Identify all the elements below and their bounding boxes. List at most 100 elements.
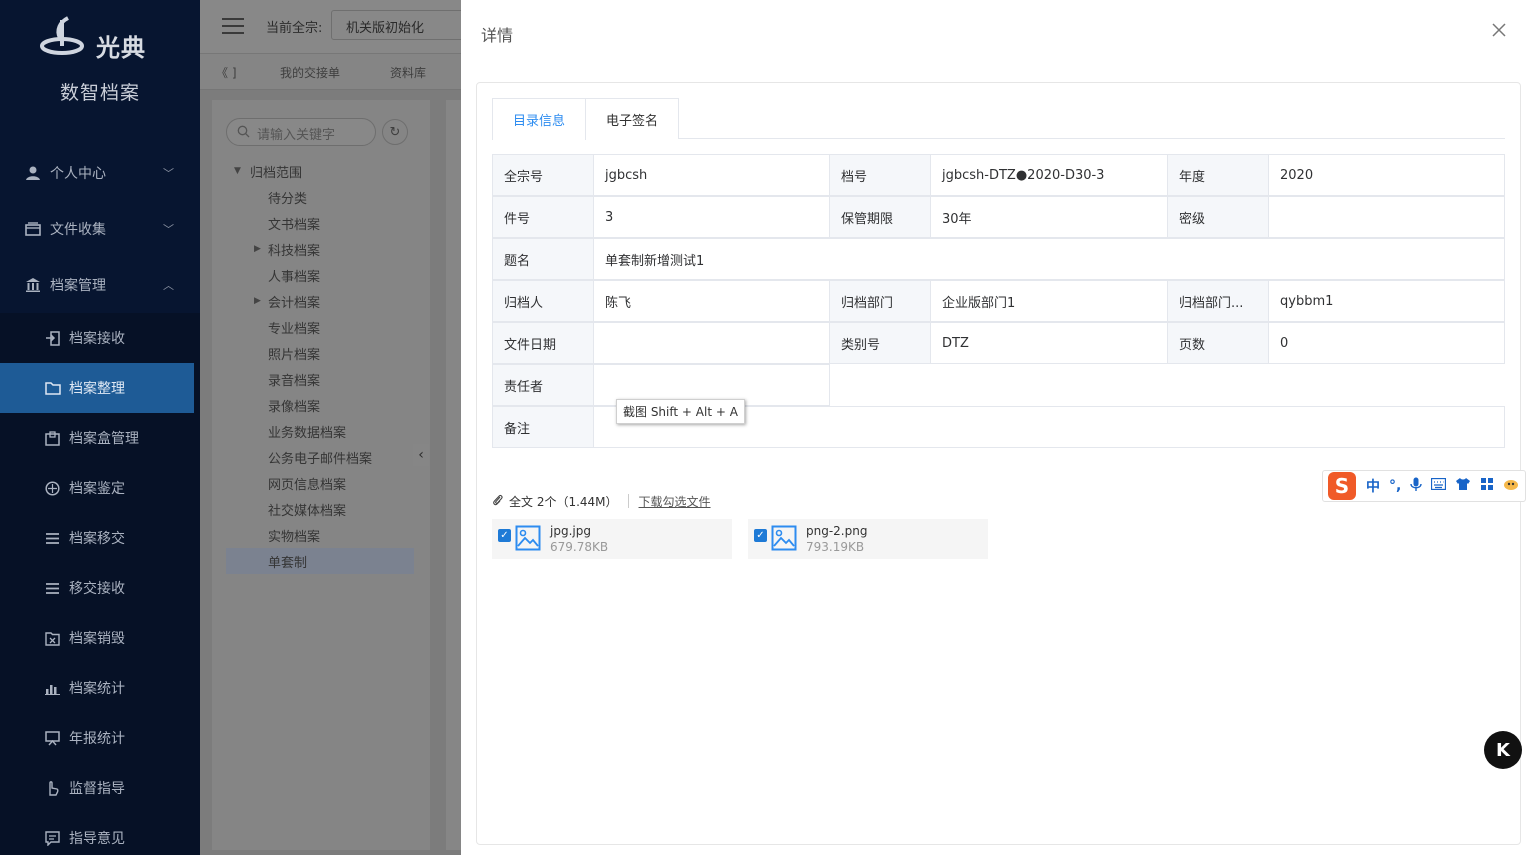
field-label: 密级 xyxy=(1167,196,1269,238)
tree-node[interactable]: 人事档案 xyxy=(212,262,430,288)
tree-node[interactable]: 照片档案 xyxy=(212,340,430,366)
menu-group-archive[interactable]: 档案管理 ︿ xyxy=(0,257,200,313)
field-label: 归档人 xyxy=(492,280,594,322)
menu-group-personal[interactable]: 个人中心 ﹀ xyxy=(0,145,200,201)
tree-node[interactable]: 待分类 xyxy=(212,184,430,210)
caret-right-icon: ▶ xyxy=(254,244,261,254)
tree-node-label: 人事档案 xyxy=(268,269,321,285)
sidebar-item-organize[interactable]: 档案整理 xyxy=(0,363,194,413)
field-value: 30年 xyxy=(930,196,1168,238)
list-icon xyxy=(44,580,61,597)
tab-my-handover[interactable]: 我的交接单 xyxy=(280,64,340,81)
detail-tabs: 目录信息 电子签名 xyxy=(492,98,1505,140)
sidebar-menu: 个人中心 ﹀ 文件收集 ﹀ 档案管理 ︿ 档案接收 档案整理 档案盒管理 档案鉴… xyxy=(0,145,200,855)
file-checkbox[interactable]: ✓ xyxy=(498,529,511,542)
destroy-icon xyxy=(44,630,61,647)
menu-group-collect[interactable]: 文件收集 ﹀ xyxy=(0,201,200,257)
grid-row: 题名 单套制新增测试1 xyxy=(492,238,1506,280)
grid-row: 文件日期 类别号 DTZ 页数 0 xyxy=(492,322,1506,364)
tree-node[interactable]: 网页信息档案 xyxy=(212,470,430,496)
tree-node-label: 待分类 xyxy=(268,191,308,207)
tab-catalog-info[interactable]: 目录信息 xyxy=(492,98,586,140)
tree-node[interactable]: 文书档案 xyxy=(212,210,430,236)
tree-node-label: 社交媒体档案 xyxy=(268,503,347,519)
bar-chart-icon xyxy=(44,680,61,697)
field-value: DTZ xyxy=(930,322,1168,364)
tree-node-label: 文书档案 xyxy=(268,217,321,233)
sidebar-item-transfer[interactable]: 档案移交 xyxy=(0,513,200,563)
tree-node[interactable]: 录音档案 xyxy=(212,366,430,392)
field-value: 企业版部门1 xyxy=(930,280,1168,322)
tree-node-label: 单套制 xyxy=(268,555,308,571)
archive-box-icon xyxy=(44,430,61,447)
divider xyxy=(627,494,629,508)
file-size: 793.19KB xyxy=(806,540,865,554)
tree-node-label: 会计档案 xyxy=(268,295,321,311)
tab-nav-prev[interactable]: 《 ] xyxy=(216,64,237,81)
field-label: 全宗号 xyxy=(492,154,594,196)
refresh-button[interactable]: ↻ xyxy=(382,119,408,145)
chevron-left-icon: ‹ xyxy=(418,447,424,463)
keyboard-icon[interactable] xyxy=(1431,477,1447,494)
collapse-tree-button[interactable]: ‹ xyxy=(413,444,429,466)
sidebar-item-statistics[interactable]: 档案统计 xyxy=(0,663,200,713)
tree-node[interactable]: ▶ 会计档案 xyxy=(212,288,430,314)
download-selected-link[interactable]: 下载勾选文件 xyxy=(639,493,711,510)
sidebar-item-transfer-receive[interactable]: 移交接收 xyxy=(0,563,200,613)
tree-node[interactable]: 业务数据档案 xyxy=(212,418,430,444)
quanzong-select[interactable]: 机关版初始化 xyxy=(331,10,471,40)
tree-node[interactable]: 专业档案 xyxy=(212,314,430,340)
tree-node[interactable]: 公务电子邮件档案 xyxy=(212,444,430,470)
app-name: 数智档案 xyxy=(59,82,140,104)
main-area: 当前全宗: 机关版初始化 《 ] 我的交接单 资料库 请输入关键字 ↻ ▼ 归档范… xyxy=(200,0,471,855)
paperclip-icon xyxy=(492,494,503,509)
sidebar-item-receive[interactable]: 档案接收 xyxy=(0,313,200,363)
tree-node[interactable]: ▶ 科技档案 xyxy=(212,236,430,262)
close-icon[interactable] xyxy=(1491,22,1509,40)
tree-node[interactable]: 社交媒体档案 xyxy=(212,496,430,522)
apps-grid-icon[interactable] xyxy=(1480,477,1494,495)
sidebar: 光典 数智档案 个人中心 ﹀ 文件收集 ﹀ 档案管理 ︿ 档案接收 档案整理 档… xyxy=(0,0,200,855)
sidebar-item-label: 指导意见 xyxy=(69,831,125,847)
hamburger-menu-icon[interactable] xyxy=(222,18,244,34)
detail-drawer: 详情 目录信息 电子签名 全宗号 jgbcsh 档号 jgbcsh-DTZ●20… xyxy=(461,0,1536,855)
right-panel-edge xyxy=(446,100,461,850)
sidebar-item-supervise[interactable]: 监督指导 xyxy=(0,763,200,813)
ime-punct[interactable]: °, xyxy=(1389,478,1401,494)
tree-node-root[interactable]: ▼ 归档范围 xyxy=(212,158,430,184)
attachment-file[interactable]: ✓ png-2.png 793.19KB xyxy=(748,519,988,559)
ime-mode[interactable]: 中 xyxy=(1366,476,1380,496)
ime-toolbar[interactable]: S 中 °, xyxy=(1322,470,1526,502)
sidebar-item-destroy[interactable]: 档案销毁 xyxy=(0,613,200,663)
file-checkbox[interactable]: ✓ xyxy=(754,529,767,542)
grid-row: 归档人 陈飞 归档部门 企业版部门1 归档部门... qybbm1 xyxy=(492,280,1506,322)
field-label: 责任者 xyxy=(492,364,594,406)
tree-search-input[interactable]: 请输入关键字 xyxy=(226,118,376,146)
sidebar-item-appraise[interactable]: 档案鉴定 xyxy=(0,463,200,513)
attachment-file[interactable]: ✓ jpg.jpg 679.78KB xyxy=(492,519,732,559)
quanzong-label: 当前全宗: xyxy=(266,21,323,36)
mascot-icon[interactable] xyxy=(1503,477,1519,495)
tab-library[interactable]: 资料库 xyxy=(390,64,426,81)
sidebar-item-opinion[interactable]: 指导意见 xyxy=(0,813,200,855)
skin-shirt-icon[interactable] xyxy=(1455,477,1471,495)
sidebar-item-annual-report[interactable]: 年报统计 xyxy=(0,713,200,763)
tree-node-label: 照片档案 xyxy=(268,347,321,363)
compass-icon xyxy=(44,480,61,497)
tree-panel: 请输入关键字 ↻ ▼ 归档范围 待分类 文书档案 ▶ 科技档案 人事档案 ▶ 会计档案… xyxy=(212,100,430,850)
bank-icon xyxy=(24,276,42,294)
field-value: qybbm1 xyxy=(1268,280,1505,322)
floating-assistant-button[interactable]: K xyxy=(1484,731,1522,769)
attachment-summary: 全文 2个（1.44M） xyxy=(509,494,618,509)
field-label: 备注 xyxy=(492,406,594,448)
tab-e-signature[interactable]: 电子签名 xyxy=(585,98,679,139)
sidebar-item-box-manage[interactable]: 档案盒管理 xyxy=(0,413,200,463)
tree-node[interactable]: 录像档案 xyxy=(212,392,430,418)
tree-node[interactable]: 实物档案 xyxy=(212,522,430,548)
detail-card: 目录信息 电子签名 全宗号 jgbcsh 档号 jgbcsh-DTZ●2020-… xyxy=(476,82,1521,845)
tree-node-selected[interactable]: 单套制 xyxy=(226,548,414,574)
field-value xyxy=(1268,196,1505,238)
comment-icon xyxy=(44,830,61,847)
sidebar-item-label: 档案接收 xyxy=(69,331,125,347)
microphone-icon[interactable] xyxy=(1410,477,1423,496)
